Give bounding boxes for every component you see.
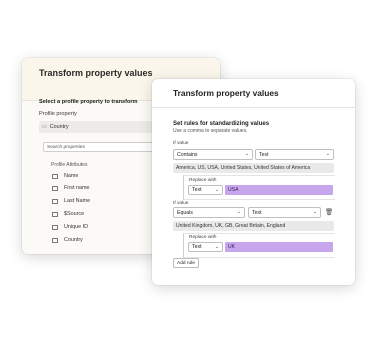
attribute-label: $Source: [64, 211, 85, 217]
replace-value: USA: [228, 187, 239, 193]
field-icon: ▭: [42, 124, 47, 130]
section-title: Select a profile property to transform: [39, 99, 138, 105]
property-label: Profile property: [39, 111, 77, 117]
match-values-input[interactable]: United Kingdom, UK, GB, Great Britain, E…: [173, 221, 334, 231]
operator-value: Equals: [177, 209, 193, 216]
field-icon: [52, 185, 58, 191]
operator-select[interactable]: Equals ⌄: [173, 207, 245, 218]
field-icon: [52, 198, 58, 204]
attribute-label: Country: [64, 237, 83, 243]
panel-title: Transform property values: [173, 88, 279, 98]
attribute-item[interactable]: Country: [52, 237, 83, 243]
chevron-down-icon: ⌄: [214, 244, 219, 250]
type-select[interactable]: Text ⌄: [255, 149, 334, 160]
if-value-label: If value: [173, 141, 189, 146]
field-icon: [52, 173, 58, 179]
replace-with-label: Replace with: [189, 178, 217, 183]
attribute-item[interactable]: Last Name: [52, 198, 90, 204]
replace-value: UK: [228, 244, 236, 250]
chevron-down-icon: ⌄: [214, 187, 219, 193]
field-icon: [52, 224, 58, 230]
property-select-value: Country: [49, 124, 69, 130]
type-select[interactable]: Text ⌄: [248, 207, 321, 218]
attribute-item[interactable]: First name: [52, 185, 89, 191]
operator-value: Contains: [177, 151, 198, 158]
attribute-item[interactable]: Name: [52, 173, 78, 179]
replace-with-label: Replace with: [189, 235, 217, 240]
replace-value-input[interactable]: UK: [225, 242, 333, 252]
replace-type-select[interactable]: Text ⌄: [188, 242, 223, 252]
attribute-label: Name: [64, 173, 79, 179]
field-icon: [52, 211, 58, 217]
type-value: Text: [259, 151, 269, 158]
add-rule-button[interactable]: Add rule: [173, 258, 199, 268]
replace-type-value: Text: [192, 187, 202, 193]
chevron-down-icon: ⌄: [312, 209, 317, 215]
attribute-item[interactable]: Unique ID: [52, 224, 88, 230]
trash-icon[interactable]: 🗑: [325, 208, 333, 216]
field-icon: [52, 237, 58, 243]
operator-select[interactable]: Contains ⌄: [173, 149, 253, 160]
chevron-down-icon: ⌄: [236, 209, 241, 215]
rules-title: Set rules for standardizing values: [173, 121, 270, 127]
transform-rules-panel: Transform property values Set rules for …: [152, 79, 355, 285]
attribute-label: Last Name: [64, 198, 91, 204]
attributes-header: Profile Attributes: [51, 162, 88, 168]
replace-value-input[interactable]: USA: [225, 185, 333, 195]
attribute-label: Unique ID: [64, 224, 88, 230]
rules-subtitle: Use a comma to separate values.: [173, 128, 248, 134]
match-values: United Kingdom, UK, GB, Great Britain, E…: [176, 223, 286, 229]
match-values: America, US, USA, United States, United …: [176, 165, 311, 171]
type-value: Text: [252, 209, 262, 216]
chevron-down-icon: ⌄: [244, 151, 249, 157]
if-value-label: If value: [173, 201, 189, 206]
attribute-item[interactable]: $Source: [52, 211, 84, 217]
replace-type-select[interactable]: Text ⌄: [188, 185, 223, 195]
attribute-label: First name: [64, 185, 90, 191]
search-placeholder: Search properties: [47, 144, 85, 150]
match-values-input[interactable]: America, US, USA, United States, United …: [173, 163, 334, 173]
panel-title: Transform property values: [39, 68, 153, 78]
header-divider: [152, 107, 355, 108]
chevron-down-icon: ⌄: [325, 151, 330, 157]
replace-type-value: Text: [192, 244, 202, 250]
add-rule-label: Add rule: [177, 260, 195, 266]
